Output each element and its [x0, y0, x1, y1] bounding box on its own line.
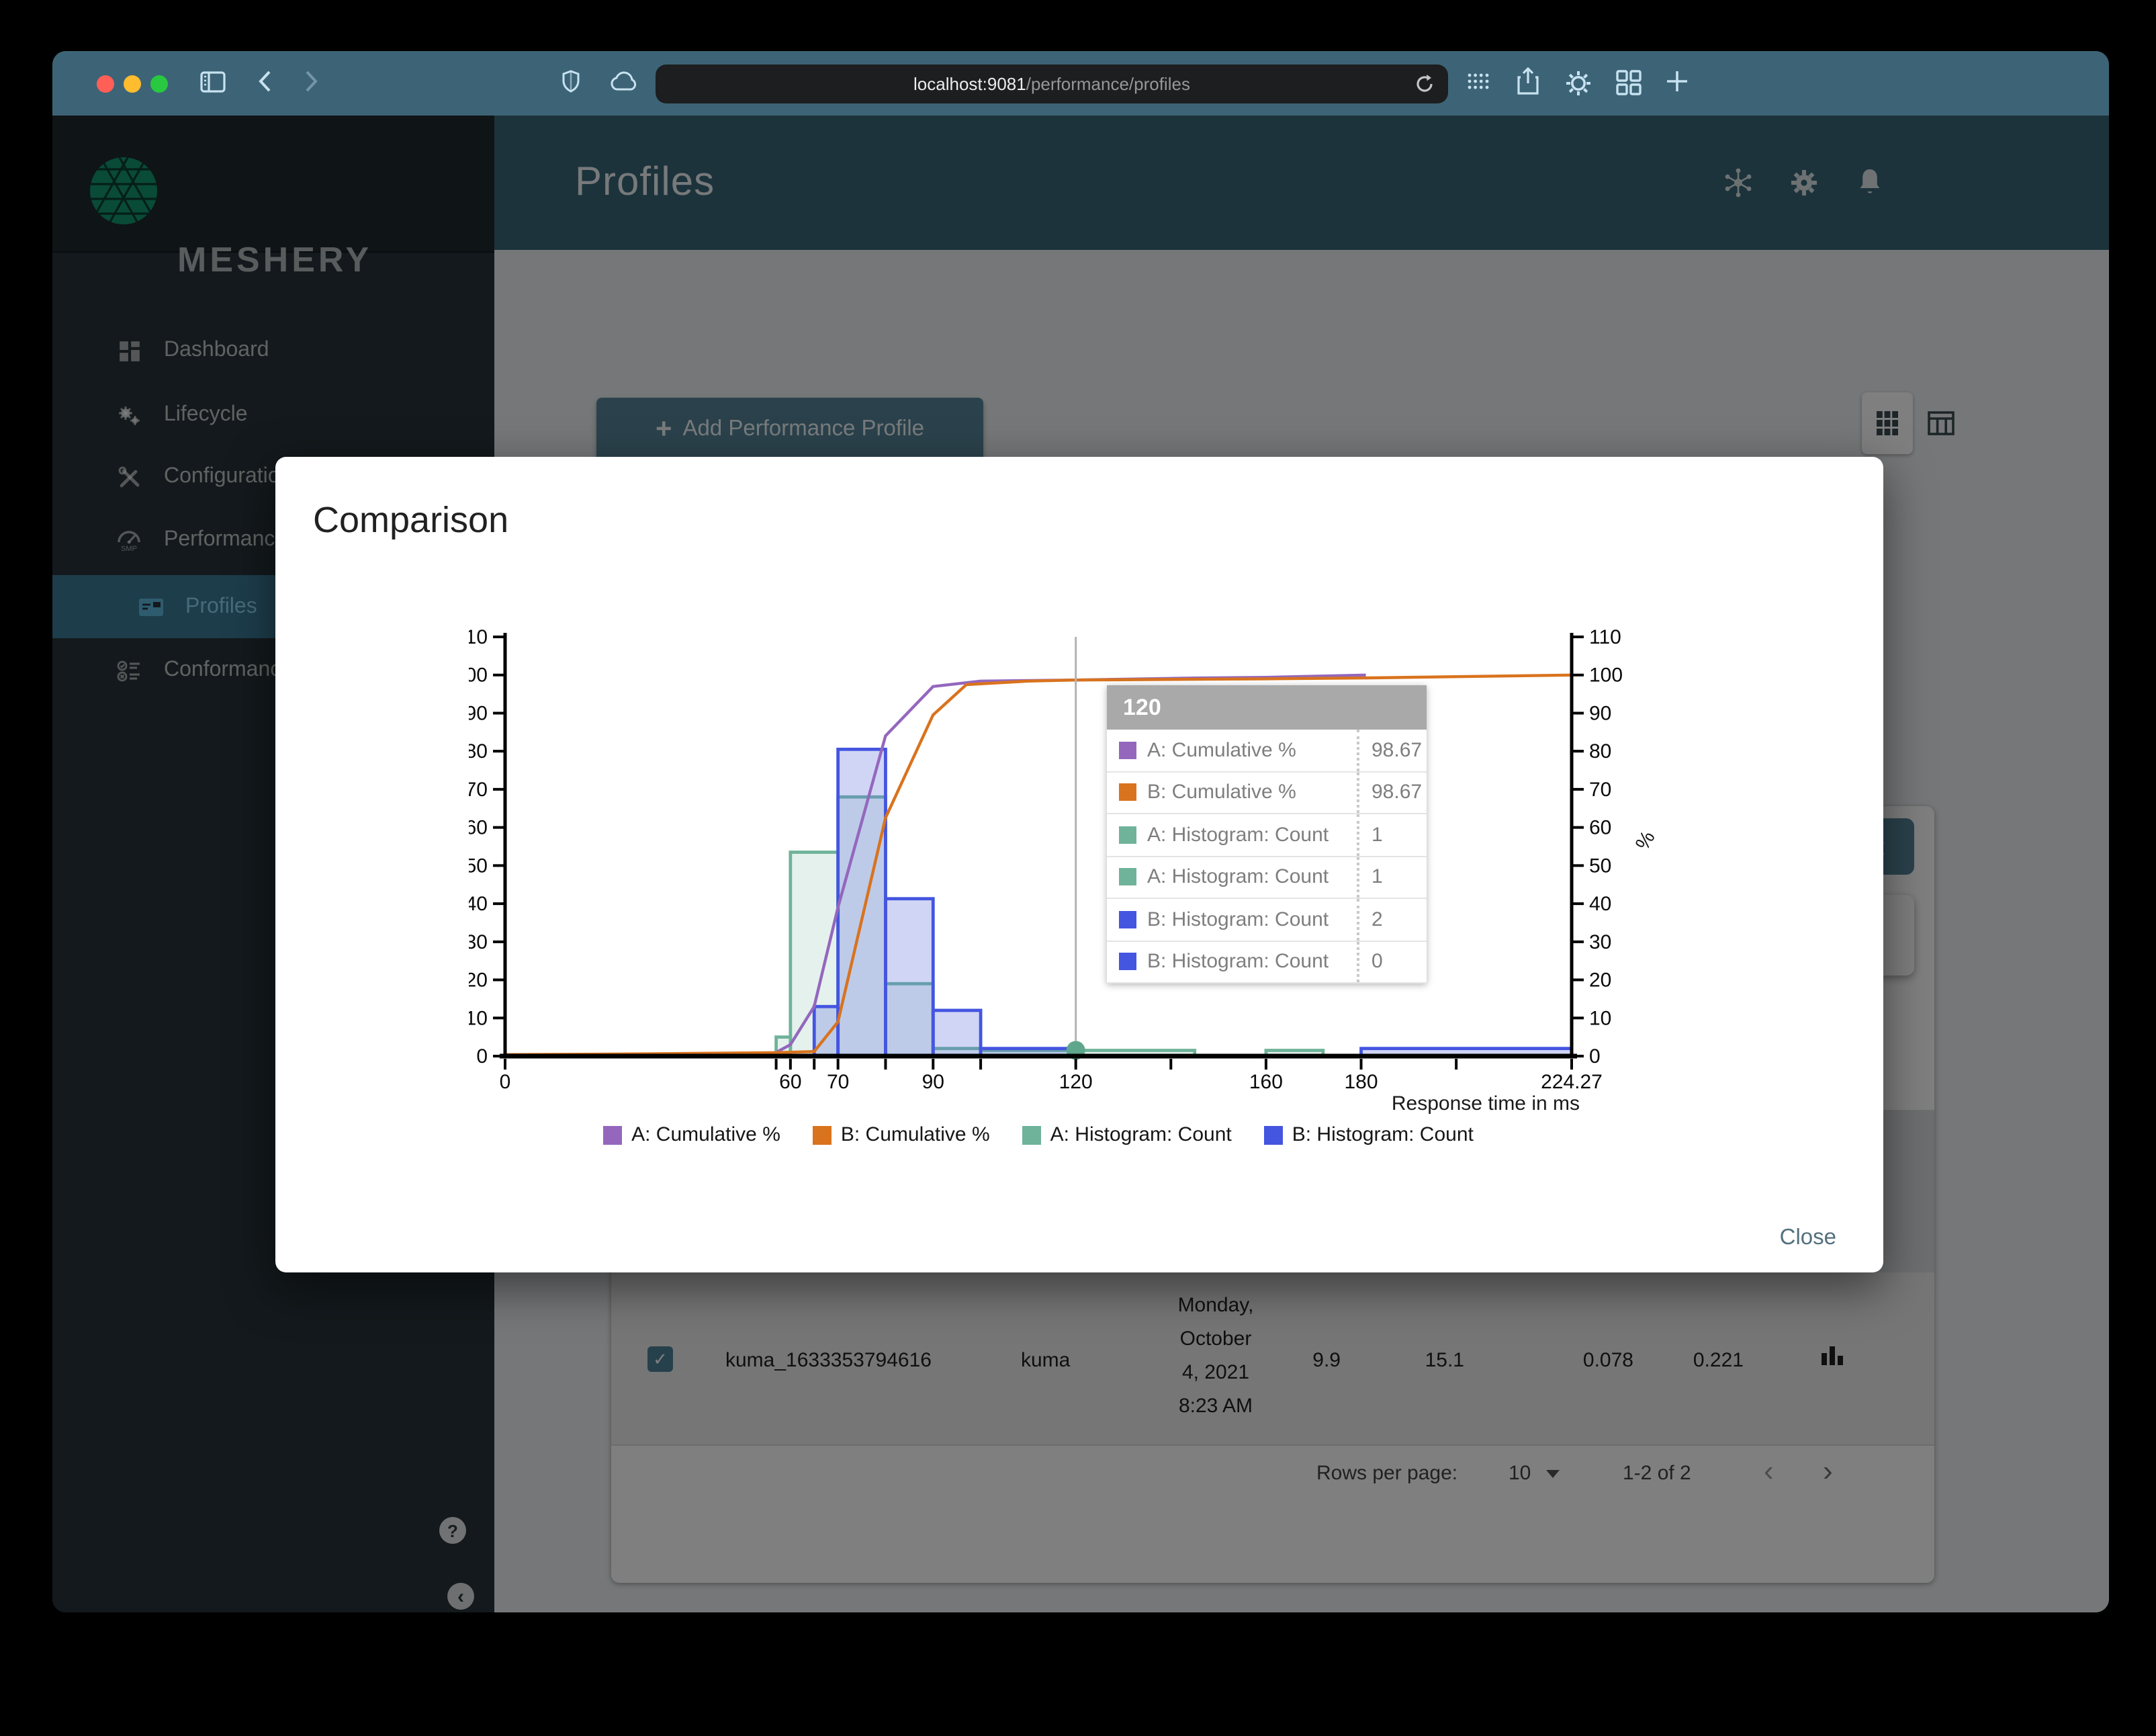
browser-toolbar: localhost:9081/performance/profiles [52, 51, 2109, 116]
tick-label: 0 [500, 1071, 511, 1093]
tooltip-row-swatch [1119, 826, 1136, 844]
y-axis-title: % [1631, 827, 1660, 854]
legend-swatch [812, 1125, 832, 1144]
tick-label: 70 [1589, 779, 1611, 801]
keyboard-grid-icon[interactable] [1467, 73, 1490, 90]
legend-item: A: Cumulative % [603, 1123, 780, 1146]
tick-label: 70 [827, 1071, 849, 1093]
tick-label: 40 [469, 893, 488, 915]
chart-tooltip: 120 A: Cumulative % 98.67 B: Cumulative %… [1107, 685, 1427, 984]
privacy-shield-icon[interactable] [562, 70, 580, 93]
tick-label: 60 [469, 817, 488, 839]
tick-label: 90 [1589, 702, 1611, 724]
tab-overview-icon[interactable] [1616, 70, 1642, 95]
tick-label: 50 [1589, 855, 1611, 877]
url-host: localhost:9081 [913, 74, 1026, 94]
tick-label: 100 [1589, 664, 1623, 687]
screen: localhost:9081/performance/profiles Comp… [0, 0, 2156, 1736]
tooltip-row-swatch [1119, 741, 1136, 759]
close-window-button[interactable] [97, 75, 114, 92]
tooltip-row: B: Histogram: Count 2 [1107, 899, 1427, 941]
tick-label: 180 [1345, 1071, 1378, 1093]
share-icon[interactable] [1517, 67, 1539, 95]
tooltip-row: A: Histogram: Count 1 [1107, 814, 1427, 857]
histogram-bar [931, 1008, 983, 1058]
tooltip-header: 120 [1107, 685, 1427, 730]
tick-label: 80 [1589, 740, 1611, 763]
tick-label: 0 [476, 1045, 488, 1068]
chart-legend: A: Cumulative % B: Cumulative % A: Histo… [505, 1123, 1572, 1146]
tick-label: 120 [1059, 1071, 1093, 1093]
tooltip-row: A: Cumulative % 98.67 [1107, 730, 1427, 772]
zoom-window-button[interactable] [150, 75, 168, 92]
tick-label: 50 [469, 855, 488, 877]
tick-label: 30 [1589, 931, 1611, 953]
tick-label: 100 [469, 664, 488, 687]
forward-icon[interactable] [305, 70, 318, 93]
comparison-modal: Comparison 00101020203030404050506060707… [275, 457, 1883, 1272]
tick-label: 10 [469, 1007, 488, 1029]
tick-label: 160 [1249, 1071, 1283, 1093]
tick-label: 60 [779, 1071, 801, 1093]
tick-label: 20 [469, 969, 488, 992]
modal-title: Comparison [313, 500, 509, 540]
url-path: /performance/profiles [1026, 74, 1190, 94]
browser-window: localhost:9081/performance/profiles Comp… [52, 51, 2109, 1612]
histogram-bar [884, 897, 935, 1058]
legend-item: B: Histogram: Count [1263, 1123, 1474, 1146]
histogram-bar [836, 747, 887, 1058]
legend-swatch [1263, 1125, 1283, 1144]
new-tab-plus-icon[interactable] [1666, 70, 1689, 93]
tick-label: 110 [469, 626, 488, 648]
tick-label: 70 [469, 779, 488, 801]
tooltip-row: B: Histogram: Count 0 [1107, 941, 1427, 984]
tick-label: 224.27 [1541, 1071, 1603, 1093]
tick-label: 20 [1589, 969, 1611, 992]
tick-label: 40 [1589, 893, 1611, 915]
legend-swatch [1022, 1125, 1041, 1144]
tick-label: 90 [469, 702, 488, 724]
x-axis-title: Response time in ms [1392, 1092, 1580, 1115]
tick-label: 90 [922, 1071, 944, 1093]
tick-label: 80 [469, 740, 488, 763]
tick-label: 0 [1589, 1045, 1601, 1068]
tooltip-row-swatch [1119, 953, 1136, 971]
sidebar-toggle-icon[interactable] [200, 71, 226, 93]
close-button[interactable]: Close [1769, 1215, 1847, 1262]
legend-item: A: Histogram: Count [1022, 1123, 1232, 1146]
tooltip-row-swatch [1119, 783, 1136, 801]
icloud-icon[interactable] [610, 71, 639, 91]
back-icon[interactable] [258, 70, 271, 93]
reload-icon[interactable] [1414, 74, 1435, 98]
tick-label: 30 [469, 931, 488, 953]
tooltip-row-swatch [1119, 868, 1136, 886]
tooltip-row-swatch [1119, 910, 1136, 928]
minimize-window-button[interactable] [124, 75, 141, 92]
tick-label: 10 [1589, 1007, 1611, 1029]
legend-swatch [603, 1125, 623, 1144]
tooltip-row: B: Cumulative % 98.67 [1107, 772, 1427, 814]
tooltip-row: A: Histogram: Count 1 [1107, 857, 1427, 899]
tick-label: 110 [1589, 626, 1621, 648]
settings-gear-icon[interactable] [1565, 70, 1592, 97]
tick-label: 60 [1589, 817, 1611, 839]
address-bar[interactable]: localhost:9081/performance/profiles [656, 64, 1448, 103]
legend-item: B: Cumulative % [812, 1123, 990, 1146]
